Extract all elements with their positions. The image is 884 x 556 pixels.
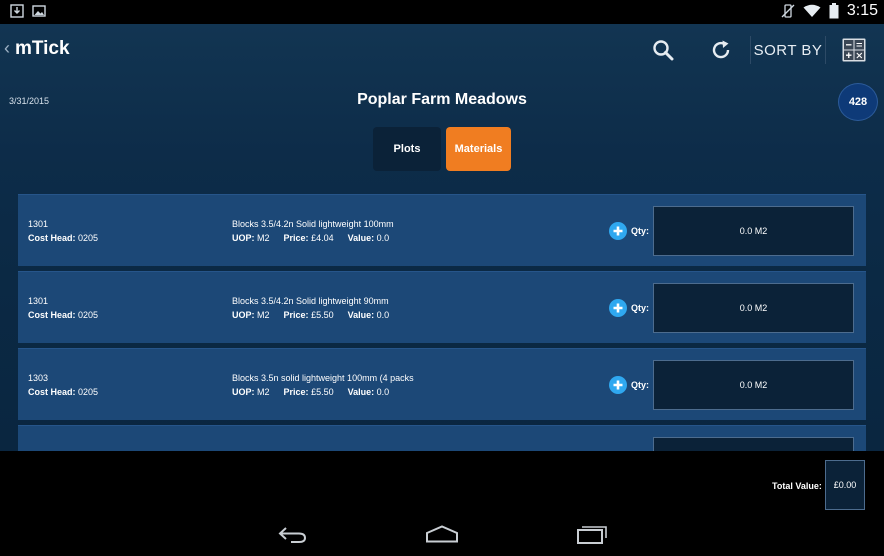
qty-input[interactable]: 0.0 M2 xyxy=(653,360,854,410)
uop-value: M2 xyxy=(257,233,270,243)
qty-input[interactable] xyxy=(653,437,854,451)
calculator-button[interactable] xyxy=(840,34,868,66)
item-code: 1303 xyxy=(28,373,49,383)
calculator-icon xyxy=(842,38,866,62)
qty-label: Qty: xyxy=(631,226,649,236)
chevron-left-icon[interactable]: ‹ xyxy=(4,38,10,59)
price-value: £5.50 xyxy=(311,387,334,397)
cost-head-value: 0205 xyxy=(78,233,99,243)
navigation-bar xyxy=(0,512,884,556)
cost-head-value: 0205 xyxy=(78,387,99,397)
item-description: Blocks 3.5n solid lightweight 100mm (4 p… xyxy=(232,373,414,383)
list-item[interactable]: 1301 Cost Head: 0205 Blocks 3.5/4.2n Sol… xyxy=(18,194,866,266)
item-meta: UOP: M2 Price: £5.50 Value: 0.0 xyxy=(232,310,389,320)
qty-label: Qty: xyxy=(631,380,649,390)
cost-head: Cost Head: 0205 xyxy=(28,387,98,397)
value-label: Value: xyxy=(347,310,375,320)
uop-label: UOP: xyxy=(232,387,255,397)
recents-icon xyxy=(577,526,607,544)
divider xyxy=(825,36,826,64)
cost-head: Cost Head: 0205 xyxy=(28,310,98,320)
image-icon xyxy=(32,5,46,17)
plus-icon xyxy=(613,380,623,390)
uop-label: UOP: xyxy=(232,310,255,320)
value-value: 0.0 xyxy=(376,387,390,397)
item-meta: UOP: M2 Price: £5.50 Value: 0.0 xyxy=(232,387,389,397)
search-button[interactable] xyxy=(648,34,678,66)
price-value: £4.04 xyxy=(311,233,334,243)
value-label: Value: xyxy=(347,387,375,397)
add-qty-button[interactable] xyxy=(609,376,627,394)
cost-head-label: Cost Head: xyxy=(28,310,76,320)
cost-head-label: Cost Head: xyxy=(28,387,76,397)
tab-materials[interactable]: Materials xyxy=(446,127,511,171)
count-badge[interactable]: 428 xyxy=(838,83,878,121)
list-item[interactable]: 1303 Cost Head: 0205 Blocks 3.5n solid l… xyxy=(18,348,866,420)
sort-by-button[interactable]: SORT BY xyxy=(752,34,824,66)
divider xyxy=(750,36,751,64)
value-label: Value: xyxy=(347,233,375,243)
total-value-label: Total Value: xyxy=(772,481,822,491)
item-description: Blocks 3.5/4.2n Solid lightweight 90mm xyxy=(232,296,389,306)
qty-input[interactable]: 0.0 M2 xyxy=(653,283,854,333)
cost-head: Cost Head: 0205 xyxy=(28,233,98,243)
action-bar: ‹ mTick SORT BY xyxy=(0,24,884,76)
refresh-icon xyxy=(712,40,730,59)
app-title[interactable]: mTick xyxy=(15,38,70,60)
qty-input[interactable]: 0.0 M2 xyxy=(653,206,854,256)
price-label: Price: xyxy=(283,233,309,243)
search-icon xyxy=(653,40,674,61)
vibrate-off-icon xyxy=(781,4,795,18)
clock: 3:15 xyxy=(846,2,878,19)
plus-icon xyxy=(613,226,623,236)
price-label: Price: xyxy=(283,387,309,397)
item-code: 1301 xyxy=(28,219,49,229)
add-qty-button[interactable] xyxy=(609,222,627,240)
qty-label: Qty: xyxy=(631,303,649,313)
home-icon xyxy=(426,525,458,543)
price-label: Price: xyxy=(283,310,309,320)
cost-head-value: 0205 xyxy=(78,310,99,320)
item-description: Blocks 3.5/4.2n Solid lightweight 100mm xyxy=(232,219,394,229)
plus-icon xyxy=(613,303,623,313)
tab-plots[interactable]: Plots xyxy=(373,127,441,171)
list-item[interactable]: 1301 Cost Head: 0205 Blocks 3.5/4.2n Sol… xyxy=(18,271,866,343)
battery-icon xyxy=(829,3,839,19)
nav-back-button[interactable] xyxy=(272,522,312,546)
wifi-icon xyxy=(803,4,821,17)
list-item[interactable] xyxy=(18,425,866,451)
nav-recents-button[interactable] xyxy=(572,522,612,546)
item-code: 1301 xyxy=(28,296,49,306)
tab-bar: Plots Materials xyxy=(373,127,511,171)
back-icon xyxy=(278,527,307,543)
app-screen: ‹ mTick SORT BY 3/31/2015 Poplar Farm Me… xyxy=(0,24,884,451)
page-title: Poplar Farm Meadows xyxy=(357,91,527,108)
total-value: £0.00 xyxy=(825,460,865,510)
nav-home-button[interactable] xyxy=(422,522,462,546)
cost-head-label: Cost Head: xyxy=(28,233,76,243)
refresh-button[interactable] xyxy=(706,34,736,66)
add-qty-button[interactable] xyxy=(609,299,627,317)
item-meta: UOP: M2 Price: £4.04 Value: 0.0 xyxy=(232,233,389,243)
price-value: £5.50 xyxy=(311,310,334,320)
status-bar: 3:15 xyxy=(0,0,884,24)
uop-label: UOP: xyxy=(232,233,255,243)
materials-list[interactable]: 1301 Cost Head: 0205 Blocks 3.5/4.2n Sol… xyxy=(18,194,866,451)
value-value: 0.0 xyxy=(376,233,390,243)
download-icon xyxy=(10,4,24,18)
uop-value: M2 xyxy=(257,310,270,320)
value-value: 0.0 xyxy=(376,310,390,320)
footer: Total Value: £0.00 xyxy=(0,451,884,512)
uop-value: M2 xyxy=(257,387,270,397)
